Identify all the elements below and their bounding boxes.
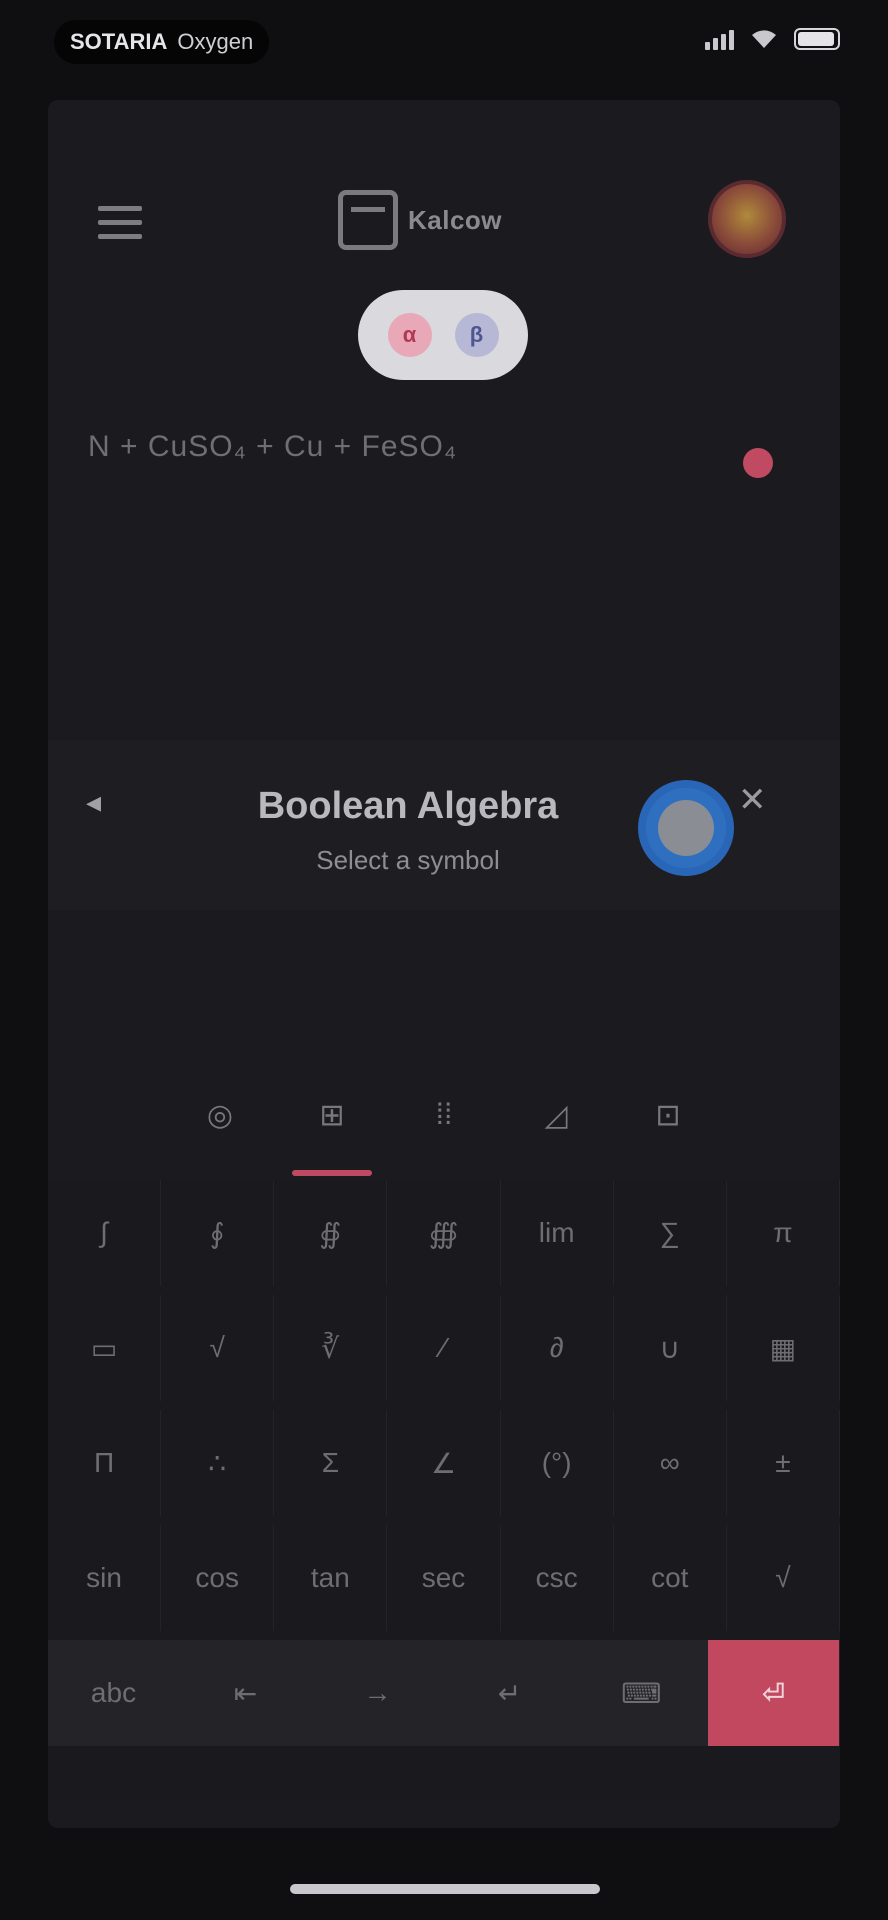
key[interactable]: ▭ <box>48 1295 162 1401</box>
panel-subtitle: Select a symbol <box>316 845 500 875</box>
menu-icon-line <box>98 205 142 211</box>
key-row-1: ∫ ∮ ∯ ∰ lim ∑ π <box>48 1180 840 1286</box>
key-row-5: abc ⇤ → ↵ ⌨ ⏎ <box>48 1640 840 1746</box>
key[interactable]: √ <box>727 1525 840 1631</box>
key[interactable]: ▦ <box>727 1295 840 1401</box>
key[interactable]: sin <box>48 1525 162 1631</box>
key[interactable]: ∑ <box>614 1180 727 1286</box>
tab-category-5[interactable]: ⊡ <box>632 1080 704 1150</box>
move-left-key[interactable]: ⇤ <box>180 1640 312 1746</box>
key[interactable]: ∞ <box>614 1410 727 1516</box>
key[interactable]: ∠ <box>387 1410 501 1516</box>
toggle-option-right[interactable]: β <box>454 313 499 357</box>
key[interactable]: sec <box>387 1525 501 1631</box>
assistant-fab[interactable] <box>638 780 734 876</box>
key[interactable]: ∯ <box>274 1180 388 1286</box>
newline-key[interactable]: ↵ <box>444 1640 576 1746</box>
key[interactable]: (°) <box>501 1410 614 1516</box>
toggle-option-left[interactable]: α <box>387 313 432 357</box>
app-logo: Kalcow <box>338 190 502 250</box>
symbol-keyboard: ∫ ∮ ∯ ∰ lim ∑ π ▭ √ ∛ ⁄ ∂ ∪ ▦ Π ∴ Σ ∠ (°… <box>48 1180 840 1800</box>
key[interactable]: lim <box>501 1180 614 1286</box>
tab-category-2[interactable]: ⊞ <box>292 1080 372 1176</box>
key[interactable]: Π <box>48 1410 162 1516</box>
key[interactable]: cot <box>614 1525 727 1631</box>
key[interactable]: ∰ <box>387 1180 501 1286</box>
key-row-3: Π ∴ Σ ∠ (°) ∞ ± <box>48 1410 840 1516</box>
key[interactable]: π <box>727 1180 840 1286</box>
status-pill: SOTARIA Oxygen <box>54 20 270 64</box>
close-icon[interactable]: ✕ <box>738 780 767 820</box>
expression-status-dot[interactable] <box>743 448 773 478</box>
status-icons <box>705 28 840 50</box>
app-card: Kalcow α β N + CuSO₄ + Cu + FeSO₄ ◂ Bool… <box>48 100 840 1828</box>
fab-icon <box>658 800 714 856</box>
key[interactable]: csc <box>501 1525 614 1631</box>
key[interactable]: ∮ <box>161 1180 275 1286</box>
logo-text: Kalcow <box>408 204 503 235</box>
status-bar: SOTARIA Oxygen <box>0 0 888 90</box>
key[interactable]: ∫ <box>48 1180 162 1286</box>
key[interactable]: tan <box>274 1525 388 1631</box>
back-arrow-icon[interactable]: ◂ <box>86 785 101 820</box>
carrier-extra: Oxygen <box>177 29 254 54</box>
key[interactable]: ∂ <box>501 1295 614 1401</box>
menu-button[interactable] <box>92 196 148 248</box>
wifi-icon <box>752 30 776 48</box>
tab-category-1[interactable]: ◎ <box>184 1080 256 1150</box>
enter-key[interactable]: ⏎ <box>708 1640 840 1746</box>
key[interactable]: cos <box>161 1525 275 1631</box>
key[interactable]: ∪ <box>614 1295 727 1401</box>
key-row-4: sin cos tan sec csc cot √ <box>48 1525 840 1631</box>
key[interactable]: ± <box>727 1410 840 1516</box>
expression-text[interactable]: N + CuSO₄ + Cu + FeSO₄ <box>88 430 457 464</box>
logo-icon <box>338 190 398 250</box>
key[interactable]: ∴ <box>161 1410 275 1516</box>
keyboard-key[interactable]: ⌨ <box>576 1640 708 1746</box>
key[interactable]: √ <box>161 1295 275 1401</box>
menu-icon-line <box>98 219 142 225</box>
tab-category-4[interactable]: ◿ <box>520 1080 592 1150</box>
home-indicator[interactable] <box>290 1884 600 1894</box>
key[interactable]: ∛ <box>274 1295 388 1401</box>
move-right-key[interactable]: → <box>312 1640 444 1746</box>
key[interactable]: Σ <box>274 1410 388 1516</box>
symbol-category-tabs: ◎ ⊞ ⁞⁞ ◿ ⊡ <box>48 1070 840 1176</box>
panel-title: Boolean Algebra <box>257 785 559 827</box>
key[interactable]: ⁄ <box>387 1295 501 1401</box>
key-row-2: ▭ √ ∛ ⁄ ∂ ∪ ▦ <box>48 1295 840 1401</box>
abc-key[interactable]: abc <box>48 1640 180 1746</box>
carrier-name: SOTARIA <box>70 29 168 54</box>
avatar[interactable] <box>708 180 786 258</box>
mode-toggle[interactable]: α β <box>358 290 528 380</box>
signal-icon <box>705 28 734 50</box>
menu-icon-line <box>98 233 142 239</box>
battery-icon <box>794 28 840 50</box>
tab-category-3[interactable]: ⁞⁞ <box>408 1080 480 1150</box>
